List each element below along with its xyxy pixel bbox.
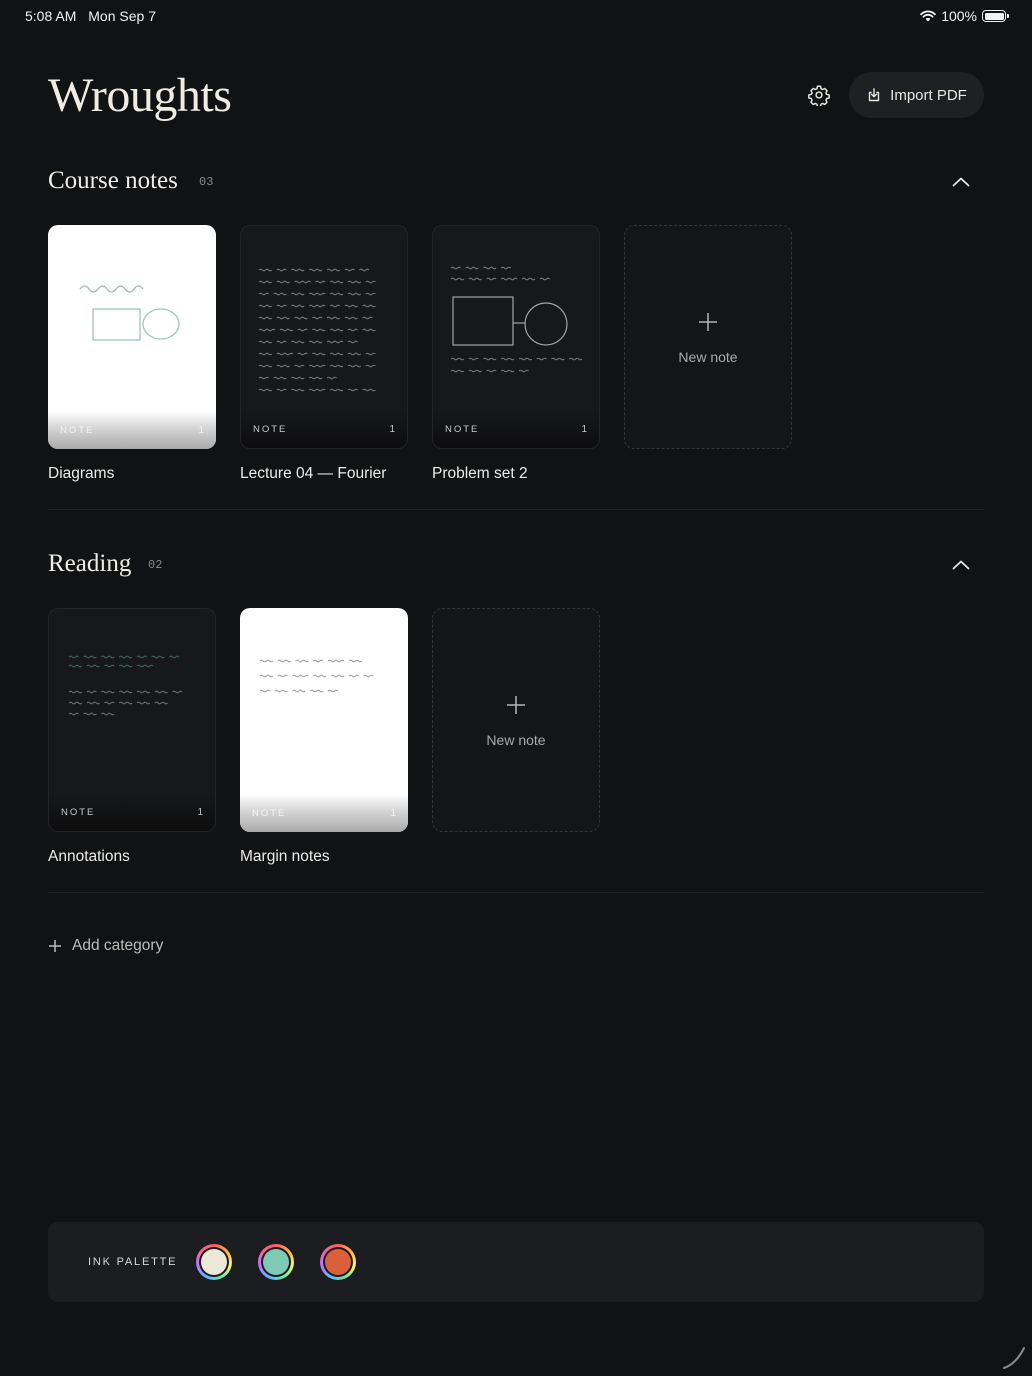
battery-icon xyxy=(982,10,1009,22)
page-count: 1 xyxy=(197,807,203,818)
note-tag: NOTE xyxy=(252,808,287,819)
note-tag: NOTE xyxy=(253,424,288,435)
wifi-icon xyxy=(920,10,936,22)
import-icon xyxy=(868,88,880,102)
section-header-reading: Reading 02 xyxy=(48,550,984,590)
new-note-label: New note xyxy=(678,349,738,365)
section-divider xyxy=(48,509,984,510)
ink-swatch-cream[interactable] xyxy=(196,1244,232,1280)
app-title: Wroughts xyxy=(48,69,232,122)
page-count: 1 xyxy=(390,808,396,819)
note-title: Problem set 2 xyxy=(432,465,528,482)
app-root: 5:08 AM Mon Sep 7 100% Wroughts Import P… xyxy=(0,0,1032,1376)
chevron-up-icon xyxy=(952,560,970,570)
resize-handle-icon xyxy=(1003,1347,1025,1369)
battery-percent: 100% xyxy=(941,8,977,24)
chevron-up-icon xyxy=(952,177,970,187)
import-pdf-label: Import PDF xyxy=(890,86,967,104)
add-category-button[interactable]: Add category xyxy=(48,937,163,955)
note-title: Diagrams xyxy=(48,465,115,482)
status-time: 5:08 AM xyxy=(25,8,77,24)
note-card-problem-set-2[interactable]: NOTE 1 xyxy=(432,225,600,449)
page-count: 1 xyxy=(389,424,395,435)
page-count: 1 xyxy=(581,424,587,435)
section-count: 02 xyxy=(148,558,163,572)
note-card-annotations[interactable]: NOTE 1 xyxy=(48,608,216,832)
collapse-reading-button[interactable] xyxy=(946,550,976,580)
settings-button[interactable] xyxy=(804,80,834,110)
new-note-label: New note xyxy=(486,732,546,748)
section-divider xyxy=(48,892,984,893)
ink-swatch-teal[interactable] xyxy=(258,1244,294,1280)
note-tag: NOTE xyxy=(445,424,480,435)
add-category-label: Add category xyxy=(72,937,164,954)
note-tag: NOTE xyxy=(60,425,95,436)
new-note-button-course-notes[interactable]: New note xyxy=(624,225,792,449)
note-tag: NOTE xyxy=(61,807,96,818)
note-title: Annotations xyxy=(48,848,130,865)
section-header-course-notes: Course notes 03 xyxy=(48,167,984,207)
new-note-button-reading[interactable]: New note xyxy=(432,608,600,832)
gear-icon xyxy=(808,85,830,106)
ink-swatch-orange[interactable] xyxy=(320,1244,356,1280)
note-title: Lecture 04 — Fourier xyxy=(240,465,387,482)
note-card-lecture-04[interactable]: NOTE 1 xyxy=(240,225,408,449)
import-pdf-button[interactable]: Import PDF xyxy=(849,72,984,118)
status-bar: 5:08 AM Mon Sep 7 100% xyxy=(0,0,1032,34)
note-title: Margin notes xyxy=(240,848,330,865)
note-card-diagrams[interactable]: NOTE 1 xyxy=(48,225,216,449)
section-title: Course notes xyxy=(48,167,178,194)
plus-icon xyxy=(699,313,717,331)
plus-icon xyxy=(507,696,525,714)
ink-palette-label: INK PALETTE xyxy=(88,1256,178,1268)
collapse-course-notes-button[interactable] xyxy=(946,167,976,197)
status-date: Mon Sep 7 xyxy=(88,8,156,24)
section-title: Reading xyxy=(48,550,132,577)
ink-palette: INK PALETTE xyxy=(48,1222,984,1302)
section-count: 03 xyxy=(199,175,214,189)
page-count: 1 xyxy=(198,425,204,436)
plus-icon xyxy=(49,940,61,952)
note-card-margin-notes[interactable]: NOTE 1 xyxy=(240,608,408,832)
